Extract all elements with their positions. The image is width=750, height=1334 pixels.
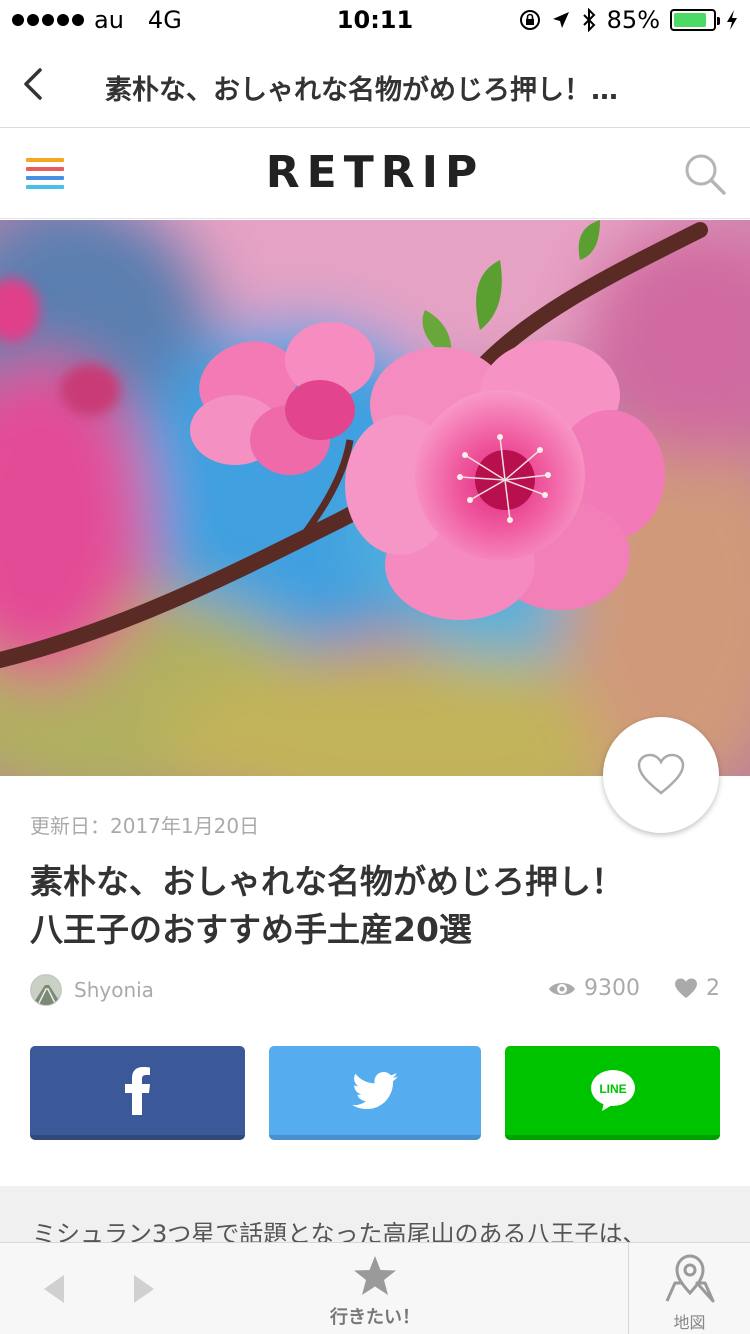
next-arrow-icon[interactable]	[134, 1275, 154, 1303]
status-bar: au 4G 10:11 85%	[0, 0, 750, 40]
author[interactable]: Shyonia	[30, 974, 154, 1006]
page-title: 素朴な、おしゃれな名物がめじろ押し！…	[105, 75, 618, 106]
facebook-icon	[124, 1066, 150, 1115]
want-to-go-label: 行きたい！	[330, 1307, 420, 1328]
location-icon	[552, 12, 569, 28]
back-icon[interactable]	[18, 62, 58, 106]
article-title: 素朴な、おしゃれな名物がめじろ押し！ 八王子のおすすめ手土産20選	[30, 858, 710, 954]
site-logo[interactable]: RETRIP	[0, 147, 750, 198]
bottom-toolbar: 行きたい！ 地図	[0, 1242, 750, 1334]
map-button[interactable]: 地図	[628, 1243, 750, 1334]
want-to-go-button[interactable]: 行きたい！	[320, 1255, 430, 1329]
battery-fill	[674, 13, 707, 27]
orientation-lock-icon	[519, 10, 540, 30]
article-stats: 9300 2	[548, 976, 720, 1001]
favorite-button[interactable]	[603, 717, 719, 833]
status-right: 85%	[519, 6, 738, 34]
battery-icon	[670, 9, 720, 31]
site-header: RETRIP	[0, 129, 750, 219]
battery-percent: 85%	[606, 6, 660, 34]
line-icon: LINE	[590, 1069, 635, 1111]
map-pin-icon	[665, 1254, 714, 1303]
article-title-line1: 素朴な、おしゃれな名物がめじろ押し！	[30, 862, 624, 901]
line-share-button[interactable]: LINE	[505, 1046, 720, 1140]
avatar[interactable]	[30, 974, 62, 1006]
bluetooth-icon	[582, 8, 596, 32]
twitter-icon	[352, 1071, 398, 1109]
hero-image	[0, 220, 750, 776]
navigation-bar: 素朴な、おしゃれな名物がめじろ押し！…	[0, 40, 750, 128]
twitter-share-button[interactable]	[269, 1046, 481, 1140]
charging-icon	[727, 10, 737, 30]
map-label: 地図	[673, 1313, 706, 1332]
heart-outline-icon	[637, 753, 685, 795]
search-icon[interactable]	[682, 151, 728, 197]
avatar-image	[31, 975, 61, 1005]
author-name[interactable]: Shyonia	[74, 978, 154, 1002]
like-count: 2	[706, 976, 720, 1001]
star-icon	[354, 1256, 396, 1295]
line-icon-label: LINE	[599, 1082, 626, 1096]
view-count: 9300	[584, 976, 640, 1001]
article-title-line2: 八王子のおすすめ手土産20選	[30, 910, 472, 949]
prev-arrow-icon[interactable]	[44, 1275, 64, 1303]
updated-date: 更新日：2017年1月20日	[30, 814, 260, 838]
heart-icon	[675, 978, 697, 999]
eye-icon	[549, 982, 575, 995]
facebook-share-button[interactable]	[30, 1046, 245, 1140]
